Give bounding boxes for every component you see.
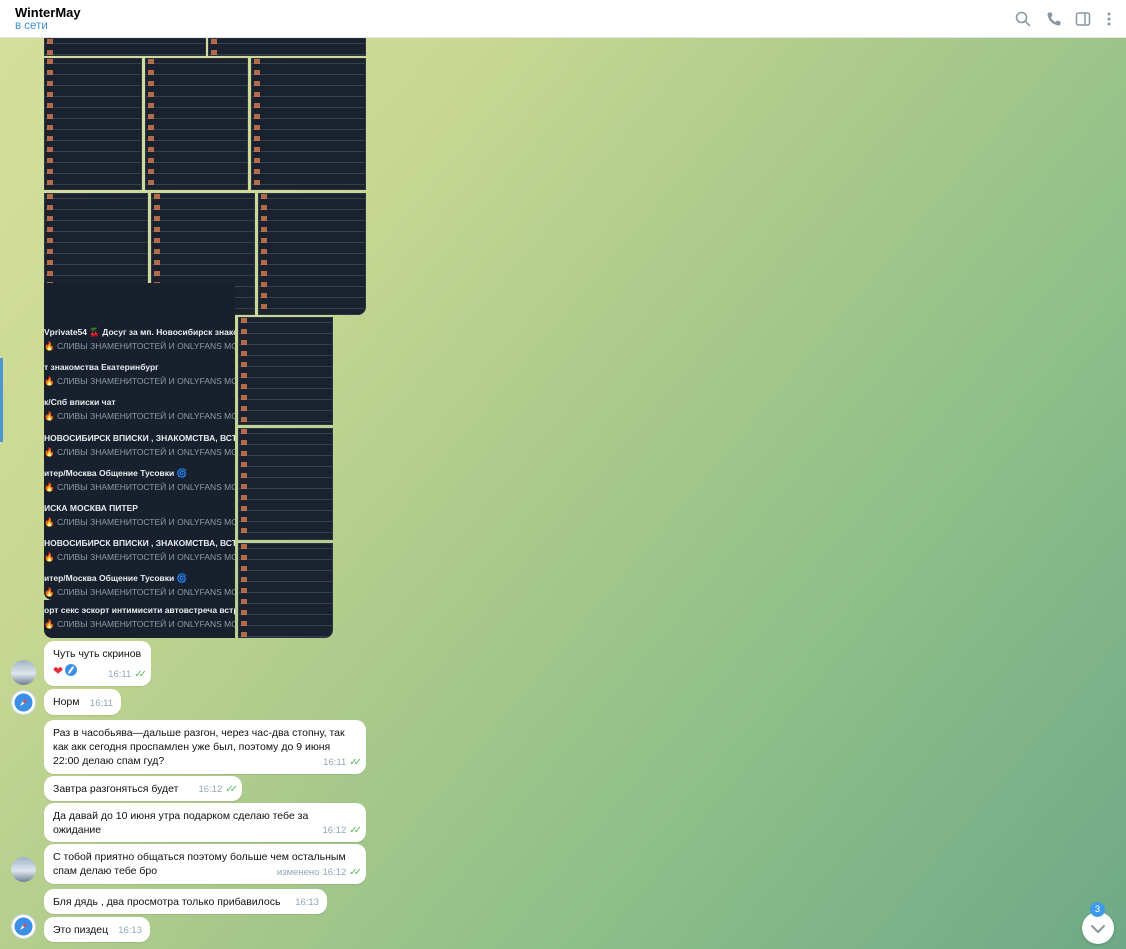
message-time: 16:11	[108, 669, 132, 680]
message-bubble[interactable]: Бля дядь , два просмотра только прибавил…	[44, 889, 327, 914]
bigshot-chat-subtitle: 🔥 СЛИВЫ ЗНАМЕНИТОСТЕЙ И ONLYFANS МОДЕЛЕЙ	[44, 552, 235, 562]
message-text: Бля дядь , два просмотра только прибавил…	[53, 896, 281, 908]
avatar[interactable]	[11, 857, 36, 882]
avatar[interactable]	[11, 660, 36, 685]
bigshot-chat-subtitle: 🔥 СЛИВЫ ЗНАМЕНИТОСТЕЙ И ONLYFANS МОДЕЛЕЙ	[44, 341, 235, 351]
bigshot-chat-title: орт секс эскорт интимисити автовстреча в…	[44, 605, 235, 615]
bigshot-chat-title: Vprivate54 🍒 Досуг за мп. Новосибирск зн…	[44, 327, 235, 337]
message-meta: 16:13	[295, 896, 319, 910]
chat-title[interactable]: WinterMay	[15, 5, 81, 20]
more-vertical-icon[interactable]	[1100, 10, 1118, 28]
message-time: 16:13	[118, 925, 142, 936]
album-image[interactable]	[145, 58, 248, 190]
read-ticks-icon: ✓✓	[349, 867, 362, 878]
read-ticks-icon: ✓✓	[349, 825, 362, 836]
bigshot-chat-title: итер/Москва Общение Тусовки 🌀	[44, 573, 188, 583]
message-time: 16:12	[322, 825, 347, 836]
album-image[interactable]	[258, 193, 366, 315]
bigshot-chat-subtitle: 🔥 СЛИВЫ ЗНАМЕНИТОСТЕЙ И ONLYFANS МОДЕЛЕЙ	[44, 619, 235, 629]
unread-count-badge: 3	[1090, 902, 1105, 917]
search-icon[interactable]	[1014, 10, 1032, 28]
chat-header: WinterMay в сети	[0, 0, 1126, 38]
message-bubble[interactable]: Завтра разгоняться будет 16:12 ✓✓	[44, 776, 242, 801]
album-image-large[interactable]: Vprivate54 🍒 Досуг за мп. Новосибирск зн…	[44, 283, 235, 600]
bigshot-chat-title: ИСКА МОСКВА ПИТЕР	[44, 503, 138, 513]
message-time: 16:11	[89, 698, 113, 709]
bigshot-chat-subtitle: 🔥 СЛИВЫ ЗНАМЕНИТОСТЕЙ И ONLYFANS МОДЕЛЕЙ	[44, 447, 235, 457]
bigshot-chat-title: НОВОСИБИРСК ВПИСКИ , ЗНАКОМСТВА, ВСТРЕЧИ…	[44, 433, 235, 443]
message-time: 16:12	[198, 784, 223, 795]
message-bubble[interactable]: С тобой приятно общаться поэтому больше …	[44, 844, 366, 884]
album-image[interactable]	[238, 317, 333, 425]
album-image[interactable]	[44, 58, 142, 190]
safari-compass-icon	[14, 917, 33, 936]
message-meta: изменено 16:12 ✓✓	[276, 866, 362, 880]
bigshot-chat-title: т знакомства Екатеринбург	[44, 362, 159, 372]
sidebar-toggle-icon[interactable]	[1074, 10, 1092, 28]
read-ticks-icon: ✓✓	[349, 757, 362, 768]
bigshot-chat-subtitle: 🔥 СЛИВЫ ЗНАМЕНИТОСТЕЙ И ONLYFANS МОДЕЛЕЙ	[44, 376, 235, 386]
left-edge-indicator	[0, 358, 3, 442]
heart-reaction-icon[interactable]: ❤	[53, 664, 63, 678]
message-text: Раз в часобьява—дальше разгон, через час…	[53, 727, 345, 767]
bigshot-chat-title: к/Спб вписки чат	[44, 397, 116, 407]
message-bubble[interactable]: Норм 16:11	[44, 689, 121, 715]
message-bubble[interactable]: Это пиздец 16:13	[44, 917, 150, 942]
message-meta: 16:11 ✓✓	[108, 668, 147, 682]
message-text: Чуть чуть скринов	[53, 648, 142, 660]
bigshot-chat-subtitle: 🔥 СЛИВЫ ЗНАМЕНИТОСТЕЙ И ONLYFANS МОДЕЛЕЙ	[44, 587, 235, 597]
message-bubble[interactable]: Чуть чуть скринов ❤ 16:11 ✓✓	[44, 641, 151, 686]
album-image[interactable]	[251, 58, 366, 190]
read-ticks-icon: ✓✓	[134, 669, 147, 680]
safari-compass-icon	[14, 693, 33, 712]
read-ticks-icon: ✓✓	[225, 784, 238, 795]
message-bubble[interactable]: Да давай до 10 июня утра подарком сделаю…	[44, 803, 366, 842]
bigshot-chat-title: НОВОСИБИРСК ВПИСКИ , ЗНАКОМСТВА, ВСТРЕЧИ…	[44, 538, 235, 548]
album-image[interactable]	[208, 38, 366, 56]
message-meta: 16:11 ✓✓	[323, 756, 362, 770]
chat-status: в сети	[15, 20, 48, 32]
message-meta: 16:12 ✓✓	[198, 783, 238, 797]
message-time: 16:13	[295, 897, 319, 908]
message-meta: 16:12 ✓✓	[322, 824, 362, 838]
album-image-large-bottom[interactable]: орт секс эскорт интимисити автовстреча в…	[44, 600, 235, 638]
message-bubble[interactable]: Раз в часобьява—дальше разгон, через час…	[44, 720, 366, 774]
message-time: 16:11	[323, 757, 347, 768]
phone-icon[interactable]	[1045, 10, 1063, 28]
avatar[interactable]	[11, 914, 36, 939]
bigshot-chat-title: итер/Москва Общение Тусовки 🌀	[44, 468, 188, 478]
compass-avatar-icon	[65, 664, 78, 676]
album-image[interactable]	[238, 428, 333, 540]
message-text: Да давай до 10 июня утра подарком сделаю…	[53, 810, 309, 836]
avatar[interactable]	[11, 690, 36, 715]
message-edited-label: изменено	[276, 867, 320, 878]
album-image[interactable]	[238, 543, 333, 638]
bigshot-chat-subtitle: 🔥 СЛИВЫ ЗНАМЕНИТОСТЕЙ И ONLYFANS МОДЕЛЕЙ	[44, 411, 235, 421]
message-time: 16:12	[322, 867, 347, 878]
bigshot-chat-subtitle: 🔥 СЛИВЫ ЗНАМЕНИТОСТЕЙ И ONLYFANS МОДЕЛЕЙ	[44, 517, 235, 527]
album-image[interactable]	[44, 38, 206, 56]
bigshot-chat-subtitle: 🔥 СЛИВЫ ЗНАМЕНИТОСТЕЙ И ONLYFANS МОДЕЛЕЙ	[44, 482, 235, 492]
message-meta: 16:11	[90, 697, 113, 711]
message-meta: 16:13	[118, 924, 142, 938]
